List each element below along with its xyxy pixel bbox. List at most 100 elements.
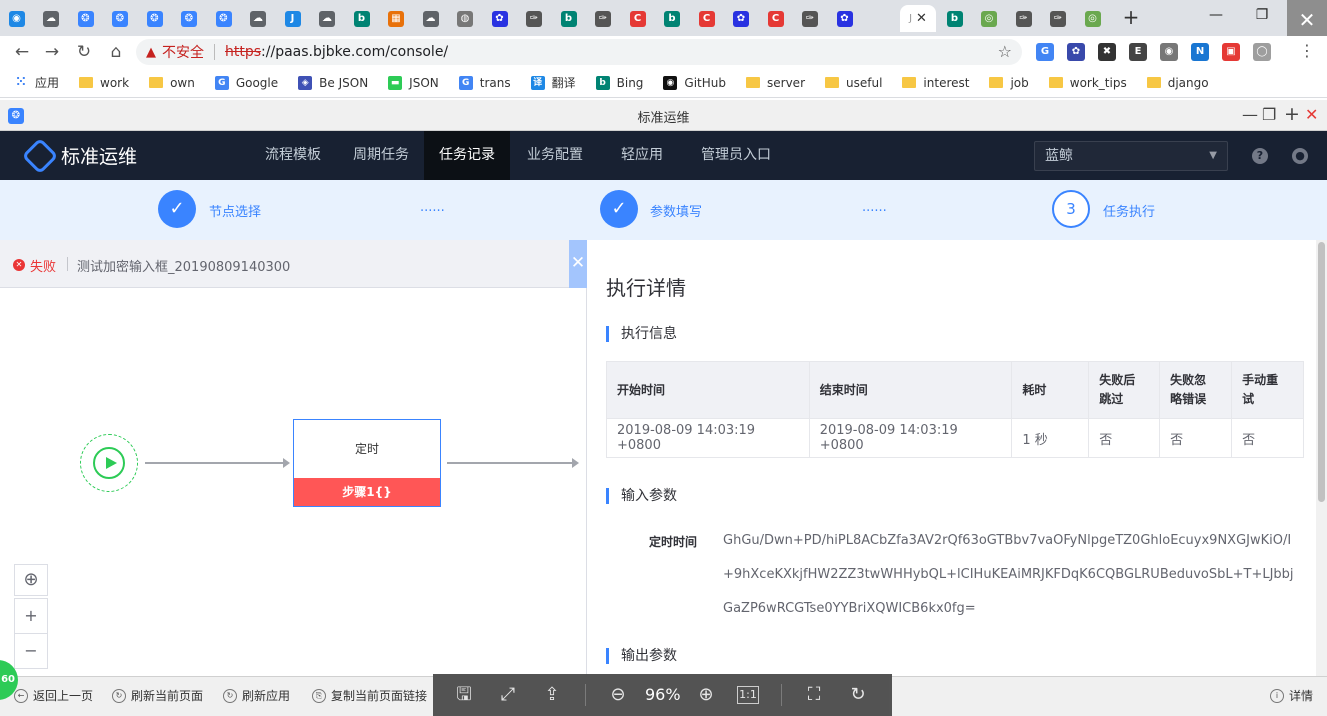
help-icon[interactable]: ? [1252, 148, 1268, 164]
extension-icon[interactable]: ◉ [1160, 43, 1178, 61]
extension-icon[interactable]: ✖ [1098, 43, 1116, 61]
details-button[interactable]: i 详情 [1270, 687, 1313, 704]
browser-tab[interactable]: ❂ [140, 5, 169, 32]
task-node-timer[interactable]: 定时 步骤1{} [293, 419, 441, 507]
browser-tab[interactable]: ✑ [589, 5, 618, 32]
browser-tab[interactable]: ✿ [727, 5, 756, 32]
maximize-button[interactable]: ❐ [1239, 0, 1285, 30]
product-logo[interactable]: 标准运维 [21, 137, 137, 174]
nav-item[interactable]: 任务记录 [424, 131, 510, 180]
browser-tab[interactable]: ✿ [830, 5, 859, 32]
extension-icon[interactable]: ✿ [1067, 43, 1085, 61]
rotate-icon[interactable]: ↻ [847, 684, 869, 706]
bookmark-item[interactable]: G Google [214, 75, 278, 90]
browser-tab[interactable]: ◎ [1078, 5, 1107, 32]
start-node[interactable] [80, 434, 138, 492]
app-pin-button[interactable]: + [1284, 103, 1300, 125]
bookmark-item[interactable]: b Bing [595, 75, 643, 90]
app-minimize-button[interactable]: — [1242, 105, 1258, 124]
actual-size-icon[interactable]: 1:1 [737, 686, 759, 704]
minimize-button[interactable]: — [1193, 0, 1239, 30]
browser-tab[interactable]: ✿ [485, 5, 514, 32]
active-browser-tab[interactable]: J ✕ [900, 5, 936, 32]
zoom-in-icon[interactable]: ⊕ [695, 684, 717, 706]
close-tab-icon[interactable]: ✕ [916, 11, 927, 26]
app-close-button[interactable]: ✕ [1305, 105, 1318, 124]
fit-icon[interactable]: ⛶ [803, 684, 825, 706]
bookmark-item[interactable]: ▬ JSON [388, 75, 439, 90]
browser-tab[interactable]: ◉ [2, 5, 31, 32]
browser-tab[interactable]: ❂ [71, 5, 100, 32]
browser-tab[interactable]: ☁ [313, 5, 342, 32]
browser-tab[interactable]: J [278, 5, 307, 32]
extension-icon[interactable]: ◯ [1253, 43, 1271, 61]
scrollbar-thumb[interactable] [1318, 242, 1325, 502]
bookmark-item[interactable]: own [149, 76, 195, 90]
bookmark-item[interactable]: interest [902, 76, 969, 90]
address-bar[interactable]: ▲ 不安全 https ://paas.bjbke.com/console/ ☆ [136, 39, 1022, 65]
close-panel-icon[interactable]: ✕ [569, 240, 587, 288]
user-icon[interactable]: ● [1292, 148, 1308, 164]
flow-canvas[interactable]: ✕ 失败 测试加密输入框_20190809140300 ✕ 定时 步骤1{} ⊕… [0, 240, 587, 676]
bookmark-star-icon[interactable]: ☆ [998, 42, 1012, 61]
app-maximize-button[interactable]: ❐ [1262, 105, 1276, 124]
bookmark-item[interactable]: job [989, 76, 1029, 90]
bookmark-item[interactable]: ◈ Be JSON [298, 75, 368, 90]
browser-tab[interactable]: ☁ [416, 5, 445, 32]
browser-tab[interactable]: C [623, 5, 652, 32]
browser-tab[interactable]: ❂ [106, 5, 135, 32]
nav-item[interactable]: 流程模板 [252, 131, 334, 180]
copy-link-button[interactable]: ⎘ 复制当前页面链接 [312, 687, 427, 704]
browser-tab[interactable]: ☁ [244, 5, 273, 32]
browser-tab[interactable]: b [347, 5, 376, 32]
nav-item[interactable]: 管理员入口 [688, 131, 784, 180]
browser-tab[interactable]: ❂ [209, 5, 238, 32]
refresh-app-button[interactable]: ↻ 刷新应用 [223, 687, 290, 704]
extension-icon[interactable]: G [1036, 43, 1054, 61]
bookmark-item[interactable]: ◉ GitHub [663, 75, 726, 90]
browser-tab[interactable]: ▦ [382, 5, 411, 32]
extension-icon[interactable]: E [1129, 43, 1147, 61]
browser-tab[interactable]: ☁ [37, 5, 66, 32]
zoom-out-button[interactable]: − [14, 633, 48, 669]
forward-button[interactable]: → [40, 40, 64, 64]
bookmark-item[interactable]: work_tips [1048, 76, 1127, 90]
share-icon[interactable]: ⇪ [541, 684, 563, 706]
bookmark-item[interactable]: 译翻译 [530, 74, 576, 91]
locate-icon[interactable]: ⊕ [14, 564, 48, 596]
browser-tab[interactable]: C [692, 5, 721, 32]
extension-icon[interactable]: ▣ [1222, 43, 1240, 61]
crop-icon[interactable]: ⤢ [497, 684, 519, 706]
bookmark-item[interactable]: ⁙ 应用 [14, 74, 59, 91]
zoom-in-button[interactable]: + [14, 598, 48, 634]
extension-icon[interactable]: N [1191, 43, 1209, 61]
home-button[interactable]: ⌂ [104, 40, 128, 64]
back-page-button[interactable]: ← 返回上一页 [14, 687, 93, 704]
bookmark-item[interactable]: Gtrans [458, 75, 511, 90]
browser-tab[interactable]: ❂ [175, 5, 204, 32]
browser-tab[interactable]: ✑ [1044, 5, 1073, 32]
back-button[interactable]: ← [10, 40, 34, 64]
browser-menu-icon[interactable]: ⋮ [1299, 41, 1315, 60]
save-icon[interactable]: 🖫 [453, 684, 475, 706]
business-select[interactable]: 蓝鲸 ▼ [1034, 141, 1228, 171]
bookmark-item[interactable]: server [746, 76, 805, 90]
browser-tab[interactable]: ✑ [1009, 5, 1038, 32]
close-window-button[interactable]: ✕ [1287, 0, 1327, 40]
browser-tab[interactable]: C [761, 5, 790, 32]
browser-tab[interactable]: b [658, 5, 687, 32]
browser-tab[interactable]: b [554, 5, 583, 32]
browser-tab[interactable]: ✑ [520, 5, 549, 32]
bookmark-item[interactable]: django [1146, 76, 1209, 90]
browser-tab[interactable]: ✑ [796, 5, 825, 32]
bookmark-item[interactable]: useful [825, 76, 882, 90]
reload-button[interactable]: ↻ [72, 40, 96, 64]
bookmark-item[interactable]: work [79, 76, 129, 90]
browser-tab[interactable]: ◍ [451, 5, 480, 32]
nav-item[interactable]: 业务配置 [512, 131, 598, 180]
browser-tab[interactable]: ◎ [975, 5, 1004, 32]
nav-item[interactable]: 轻应用 [608, 131, 676, 180]
nav-item[interactable]: 周期任务 [340, 131, 422, 180]
zoom-out-icon[interactable]: ⊖ [607, 684, 629, 706]
new-tab-button[interactable]: + [1118, 4, 1144, 30]
